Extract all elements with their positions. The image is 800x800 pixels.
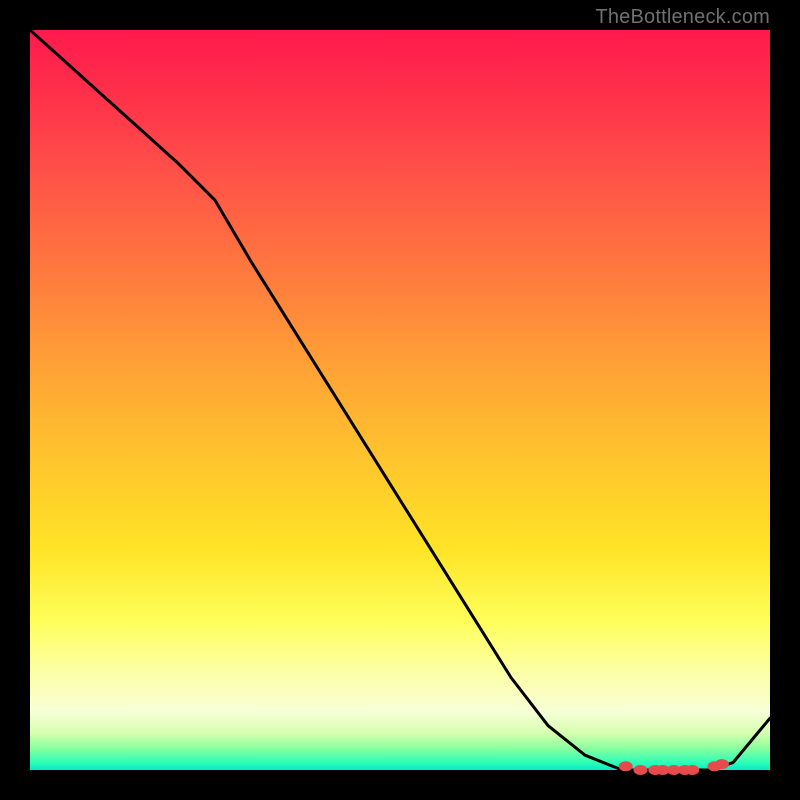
plot-area — [30, 30, 770, 770]
valley-marker — [619, 761, 633, 771]
valley-markers-group — [619, 759, 729, 775]
chart-frame: TheBottleneck.com — [0, 0, 800, 800]
bottleneck-curve-svg — [30, 30, 770, 770]
valley-marker — [685, 765, 699, 775]
attribution-label: TheBottleneck.com — [595, 6, 770, 29]
valley-marker — [634, 765, 648, 775]
bottleneck-curve — [30, 30, 770, 770]
valley-marker — [715, 759, 729, 769]
